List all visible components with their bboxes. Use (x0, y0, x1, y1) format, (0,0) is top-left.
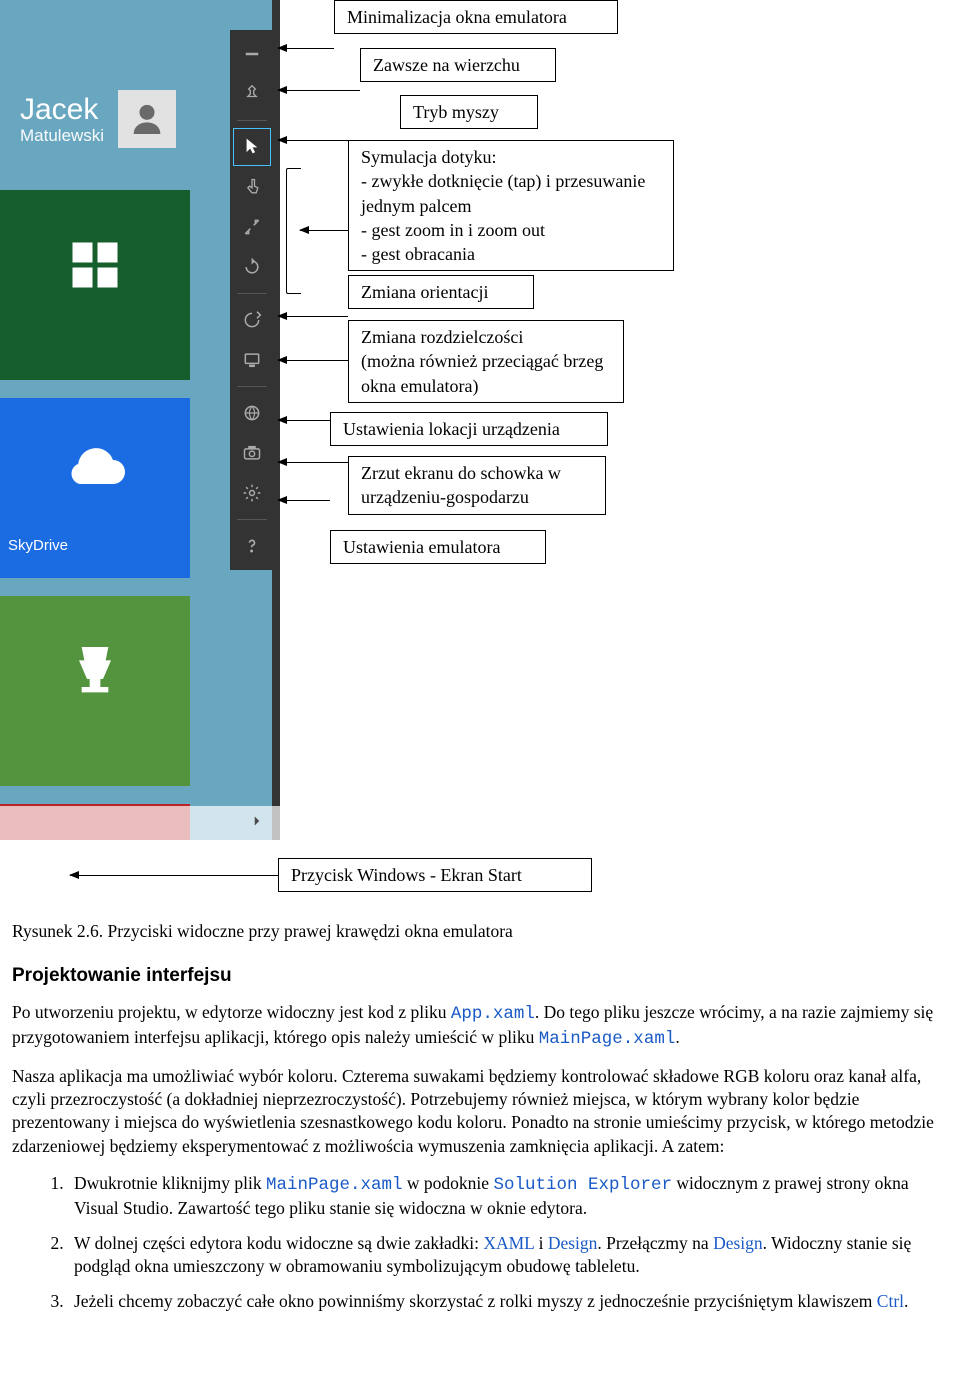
arrow (278, 420, 330, 421)
callout-mouse: Tryb myszy (400, 95, 538, 129)
arrow (278, 90, 360, 91)
callout-screenshot: Zrzut ekranu do schowka w urządzeniu-gos… (348, 456, 606, 515)
tile-games[interactable] (0, 596, 190, 786)
location-button[interactable] (234, 395, 270, 431)
callout-res: Zmiana rozdzielczości (można również prz… (348, 320, 624, 403)
text: Jeżeli chcemy zobaczyć całe okno powinni… (74, 1291, 877, 1311)
solution-explorer: Solution Explorer (493, 1175, 672, 1195)
user-block: Jacek Matulewski (20, 90, 220, 148)
tile-store[interactable] (0, 190, 190, 380)
arrow (278, 48, 334, 49)
arrow (278, 462, 348, 463)
text: . (675, 1027, 679, 1047)
text: i (534, 1233, 548, 1253)
key-ctrl: Ctrl (877, 1291, 904, 1311)
arrow (278, 316, 348, 317)
callout-touch: Symulacja dotyku: - zwykłe dotknięcie (t… (348, 140, 674, 271)
tab-design: Design (548, 1233, 598, 1253)
step-1: Dwukrotnie kliknijmy plik MainPage.xaml … (68, 1172, 948, 1220)
user-first: Jacek (20, 93, 98, 126)
chevron-right-icon (248, 812, 266, 835)
mouse-mode-button[interactable] (234, 129, 270, 165)
help-button[interactable] (234, 528, 270, 564)
arrow (300, 230, 348, 231)
avatar (118, 90, 176, 148)
settings-button[interactable] (234, 475, 270, 511)
step-3: Jeżeli chcemy zobaczyć całe okno powinni… (68, 1290, 948, 1313)
text: Po utworzeniu projektu, w edytorze widoc… (12, 1002, 451, 1022)
callout-orient: Zmiana orientacji (348, 275, 534, 309)
user-last: Matulewski (20, 127, 104, 144)
paragraph-2: Nasza aplikacja ma umożliwiać wybór kolo… (12, 1065, 948, 1157)
emulator-figure: Jacek Matulewski SkyDrive (0, 0, 960, 900)
arrow (278, 360, 348, 361)
minimize-button[interactable] (234, 36, 270, 72)
step-2: W dolnej części edytora kodu widoczne są… (68, 1232, 948, 1278)
code-mainpage-xaml: MainPage.xaml (539, 1029, 676, 1049)
resolution-button[interactable] (234, 342, 270, 378)
tab-design-2: Design (713, 1233, 763, 1253)
orientation-button[interactable] (234, 302, 270, 338)
zoom-gesture-button[interactable] (234, 209, 270, 245)
steps-list: Dwukrotnie kliknijmy plik MainPage.xaml … (68, 1172, 948, 1313)
callout-winkey: Przycisk Windows - Ekran Start (278, 858, 592, 892)
code-mainpage: MainPage.xaml (266, 1175, 403, 1195)
tiles: SkyDrive (0, 190, 190, 840)
tile-skydrive[interactable]: SkyDrive (0, 398, 190, 578)
text: . (904, 1291, 908, 1311)
emulator-toolbar (230, 30, 274, 570)
callout-loc: Ustawienia lokacji urządzenia (330, 412, 608, 446)
paragraph-1: Po utworzeniu projektu, w edytorze widoc… (12, 1001, 948, 1051)
arrow (278, 500, 330, 501)
pin-button[interactable] (234, 76, 270, 112)
text: Dwukrotnie kliknijmy plik (74, 1173, 266, 1193)
text: . Przełączmy na (597, 1233, 713, 1253)
text: w podoknie (403, 1173, 494, 1193)
arrow (70, 875, 278, 876)
screenshot-button[interactable] (234, 435, 270, 471)
content: Rysunek 2.6. Przyciski widoczne przy pra… (0, 920, 960, 1355)
tile-label: SkyDrive (0, 533, 190, 560)
figure-caption: Rysunek 2.6. Przyciski widoczne przy pra… (12, 920, 948, 943)
callout-minimize: Minimalizacja okna emulatora (334, 0, 618, 34)
text: W dolnej części edytora kodu widoczne są… (74, 1233, 483, 1253)
callout-winkey-wrap: Przycisk Windows - Ekran Start (70, 858, 592, 892)
tap-gesture-button[interactable] (234, 169, 270, 205)
emulator-footer (0, 806, 280, 840)
callout-settings: Ustawienia emulatora (330, 530, 546, 564)
rotate-gesture-button[interactable] (234, 249, 270, 285)
username: Jacek Matulewski (20, 95, 104, 144)
callout-topmost: Zawsze na wierzchu (360, 48, 556, 82)
tab-xaml: XAML (483, 1233, 534, 1253)
code-app-xaml: App.xaml (451, 1004, 535, 1024)
section-heading: Projektowanie interfejsu (12, 965, 948, 987)
